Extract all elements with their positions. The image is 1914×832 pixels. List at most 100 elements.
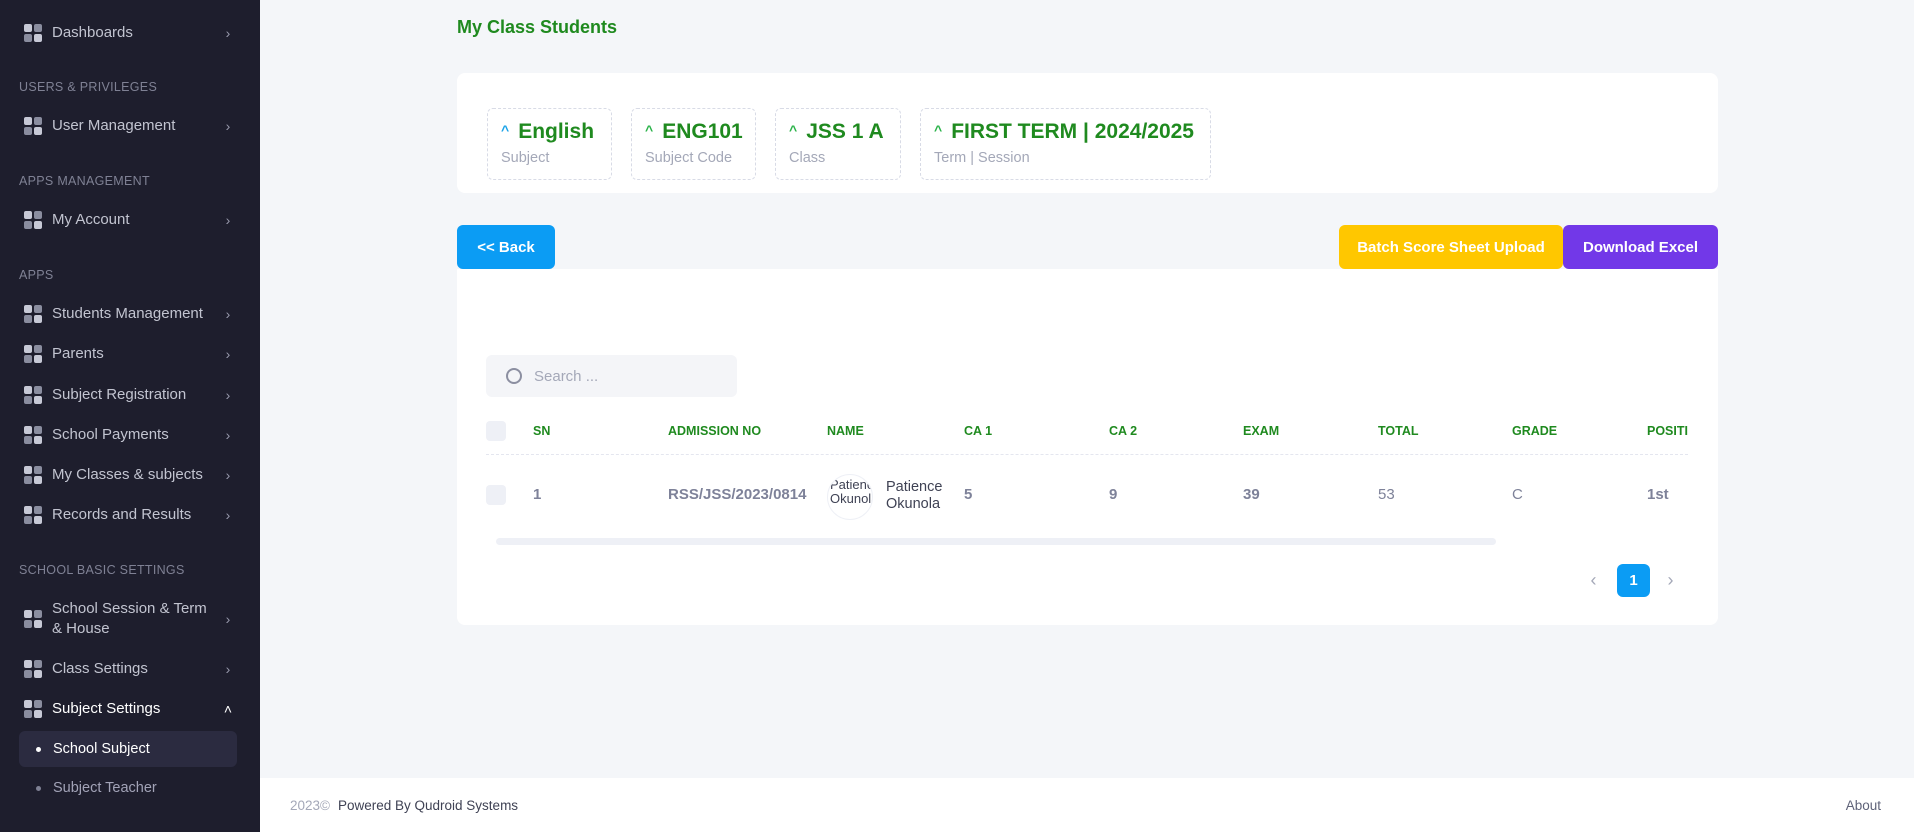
sidebar-item-label: My Classes & subjects (52, 466, 203, 483)
sidebar-subitem-label: School Subject (53, 741, 150, 757)
sidebar: Dashboards › USERS & PRIVILEGES User Man… (0, 0, 260, 832)
pagination-next[interactable]: › (1654, 564, 1687, 597)
header-name[interactable]: NAME (827, 424, 864, 438)
chevron-right-icon: › (225, 118, 231, 134)
download-excel-button[interactable]: Download Excel (1563, 225, 1718, 269)
chevron-up-icon: ˄ (223, 701, 233, 717)
section-users-privileges: USERS & PRIVILEGES (19, 80, 158, 94)
info-subject-value: English (518, 120, 595, 143)
header-sn[interactable]: SN (533, 424, 550, 438)
pagination-page-current[interactable]: 1 (1617, 564, 1650, 597)
chevron-right-icon: › (225, 212, 231, 228)
sidebar-subitem-subject-teacher[interactable]: Subject Teacher (19, 770, 237, 806)
sidebar-item-label: Class Settings (52, 660, 148, 677)
chevron-right-icon: › (225, 467, 231, 483)
grid-icon (24, 506, 42, 524)
chevron-right-icon: › (225, 346, 231, 362)
sidebar-item-label: My Account (52, 211, 130, 228)
info-subject-code-label: Subject Code (645, 150, 733, 166)
chevron-right-icon: › (225, 611, 231, 627)
sidebar-item-school-payments[interactable]: School Payments › (24, 425, 236, 445)
sidebar-item-label: School Session & Term & House (52, 600, 207, 637)
sidebar-item-session-term-house[interactable]: School Session & Term & House › (24, 599, 236, 639)
sidebar-item-class-settings[interactable]: Class Settings › (24, 659, 236, 679)
table-row: 1 RSS/JSS/2023/0814 Patience Okunola Pat… (486, 455, 1688, 535)
footer-powered-by[interactable]: Powered By Qudroid Systems (338, 798, 518, 813)
search-icon (506, 368, 522, 384)
bullet-icon (36, 746, 41, 752)
sidebar-item-label: User Management (52, 117, 176, 134)
select-all-checkbox[interactable] (486, 421, 506, 441)
row-checkbox[interactable] (486, 485, 506, 505)
header-exam[interactable]: EXAM (1243, 424, 1279, 438)
info-subject-code: ^ ENG101 Subject Code (631, 108, 756, 180)
header-ca1[interactable]: CA 1 (964, 424, 992, 438)
sidebar-item-my-classes-subjects[interactable]: My Classes & subjects › (24, 465, 236, 485)
cell-ca1: 5 (964, 486, 973, 503)
sidebar-item-subject-settings[interactable]: Subject Settings ˄ (24, 699, 236, 719)
cell-name[interactable]: Patience Okunola (886, 479, 942, 513)
sidebar-item-label: Subject Registration (52, 386, 187, 403)
sidebar-item-label: Students Management (52, 305, 203, 322)
chevron-right-icon: › (225, 507, 231, 523)
info-term-session-value: FIRST TERM | 2024/2025 (951, 120, 1194, 143)
grid-icon (24, 466, 42, 484)
grid-icon (24, 610, 42, 628)
sidebar-item-students-management[interactable]: Students Management › (24, 304, 236, 324)
grid-icon (24, 117, 42, 135)
cell-ca2: 9 (1109, 486, 1118, 503)
horizontal-scrollbar[interactable] (496, 538, 1496, 545)
cell-total: 53 (1378, 486, 1395, 503)
bullet-icon (36, 785, 41, 791)
cell-sn: 1 (533, 486, 542, 503)
info-subject-code-value: ENG101 (662, 120, 743, 143)
sidebar-item-user-management[interactable]: User Management › (24, 116, 236, 136)
search-input[interactable] (534, 367, 714, 385)
header-admission-no[interactable]: ADMISSION NO (668, 424, 761, 438)
chevron-right-icon: › (225, 306, 231, 322)
arrow-up-icon: ^ (789, 122, 798, 138)
chevron-right-icon: › (225, 427, 231, 443)
sidebar-item-dashboards[interactable]: Dashboards › (24, 23, 236, 43)
cell-grade: C (1512, 486, 1523, 503)
table-header: SN ADMISSION NO NAME CA 1 CA 2 EXAM TOTA… (486, 415, 1688, 455)
grid-icon (24, 386, 42, 404)
header-total[interactable]: TOTAL (1378, 424, 1419, 438)
header-position[interactable]: POSITI (1647, 424, 1688, 438)
sidebar-item-label: Parents (52, 345, 104, 362)
grid-icon (24, 345, 42, 363)
sidebar-item-label: School Payments (52, 426, 169, 443)
students-table-card: SN ADMISSION NO NAME CA 1 CA 2 EXAM TOTA… (457, 269, 1718, 625)
info-class-label: Class (789, 150, 826, 166)
cell-position: 1st (1647, 486, 1669, 503)
section-apps-management: APPS MANAGEMENT (19, 174, 150, 188)
back-button[interactable]: << Back (457, 225, 555, 269)
sidebar-item-parents[interactable]: Parents › (24, 344, 236, 364)
sidebar-item-subject-registration[interactable]: Subject Registration › (24, 385, 236, 405)
sidebar-subitem-label: Subject Teacher (53, 780, 157, 796)
footer-about-link[interactable]: About (1846, 798, 1881, 813)
header-ca2[interactable]: CA 2 (1109, 424, 1137, 438)
pagination-prev[interactable]: ‹ (1577, 564, 1610, 597)
sidebar-item-label: Dashboards (52, 24, 133, 41)
chevron-right-icon: › (225, 661, 231, 677)
name-last: Okunola (886, 496, 941, 512)
chevron-right-icon: › (225, 387, 231, 403)
arrow-up-icon: ^ (645, 122, 654, 138)
page-title: My Class Students (457, 17, 618, 37)
grid-icon (24, 700, 42, 718)
footer-year: 2023© (290, 797, 330, 813)
search-box (486, 355, 737, 397)
footer: 2023© Powered By Qudroid Systems About (260, 778, 1914, 832)
sidebar-subitem-school-subject[interactable]: School Subject (19, 731, 237, 767)
grid-icon (24, 305, 42, 323)
sidebar-item-my-account[interactable]: My Account › (24, 210, 236, 230)
sidebar-item-records-results[interactable]: Records and Results › (24, 505, 236, 525)
info-class: ^ JSS 1 A Class (775, 108, 901, 180)
name-first: Patience (886, 479, 943, 495)
info-subject-label: Subject (501, 150, 550, 166)
header-grade[interactable]: GRADE (1512, 424, 1557, 438)
sidebar-item-label: Subject Settings (52, 700, 161, 717)
grid-icon (24, 426, 42, 444)
batch-score-upload-button[interactable]: Batch Score Sheet Upload (1339, 225, 1563, 269)
